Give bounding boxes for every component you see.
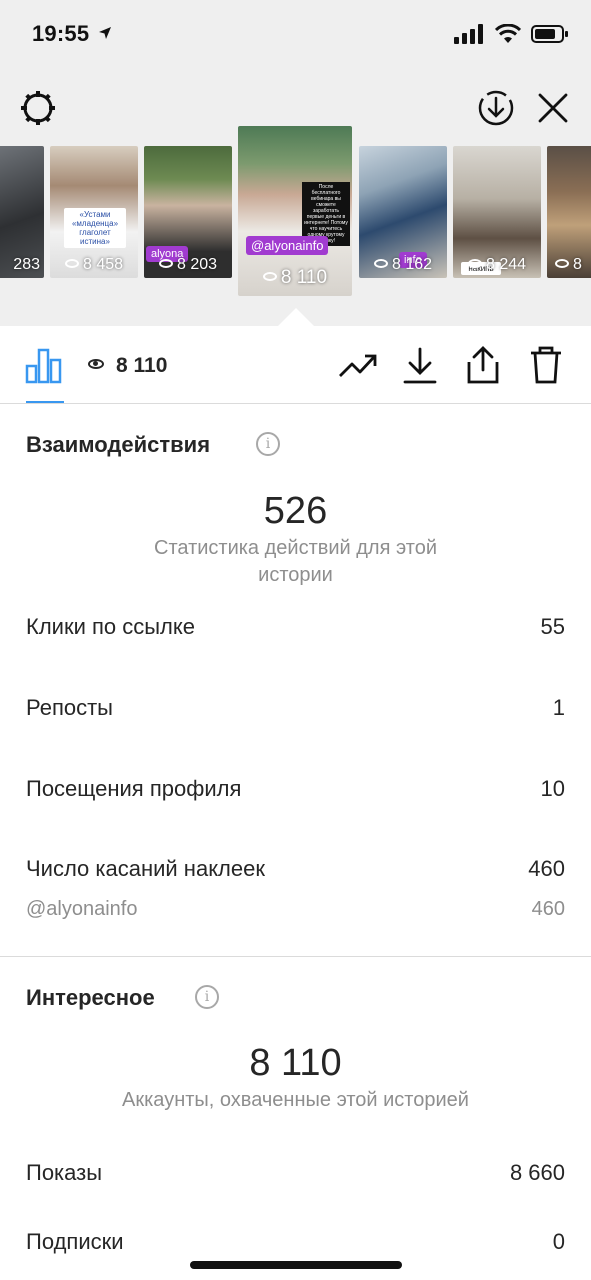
stat-value: 0: [552, 1229, 565, 1254]
story-thumbnail[interactable]: 8: [547, 146, 591, 278]
info-icon[interactable]: i: [256, 432, 280, 456]
story-strip[interactable]: 283 «Устами «младенца» глаголет истина» …: [0, 118, 591, 328]
mention-sticker: @alyonainfo: [246, 236, 329, 255]
share-icon[interactable]: [465, 344, 501, 386]
eye-icon: [262, 272, 277, 282]
battery-icon: [531, 25, 568, 43]
stat-label: Число касаний наклеек: [26, 856, 265, 881]
stat-row: Клики по ссылке 55: [26, 614, 565, 644]
stat-row: Репосты 1: [26, 695, 565, 725]
stat-label: Показы: [26, 1160, 103, 1185]
stat-label: Репосты: [26, 695, 113, 720]
eye-icon: [467, 259, 482, 269]
views-count: 8: [573, 256, 582, 273]
stat-row: Показы 8 660: [26, 1160, 565, 1190]
signal-icon: [454, 24, 484, 44]
home-indicator[interactable]: [190, 1261, 402, 1269]
sticker-label: @alyonainfo: [26, 898, 138, 920]
eye-icon: [373, 259, 388, 269]
top-area: 19:55 283 «Устами «младенца» глаголет ис…: [0, 0, 591, 326]
stat-value: 8 660: [509, 1160, 565, 1185]
story-views: 8 110: [88, 354, 167, 378]
views-count: 8 110: [280, 267, 328, 288]
location-arrow-icon: [98, 27, 111, 40]
eye-icon: [88, 359, 104, 370]
discovery-total: 8 110: [249, 1042, 342, 1084]
story-thumbnail-selected[interactable]: После бесплатного вебинара вы сможете за…: [238, 126, 352, 296]
interactions-title: Взаимодействия: [26, 432, 211, 457]
interactions-total: 526: [263, 490, 328, 532]
eye-icon: [158, 259, 173, 269]
views-count: 8 244: [485, 256, 527, 273]
selection-pointer: [278, 308, 314, 326]
trash-icon[interactable]: [528, 344, 564, 386]
bar-chart-icon[interactable]: [25, 348, 63, 384]
status-indicators: [454, 23, 569, 50]
stat-row: Число касаний наклеек 460: [26, 856, 565, 886]
stat-label: Посещения профиля: [26, 776, 242, 801]
views-count: 8 458: [82, 256, 124, 273]
stat-value: 55: [540, 614, 565, 639]
stat-row: Подписки 0: [26, 1229, 565, 1259]
eye-icon: [555, 259, 569, 269]
stat-value: 10: [540, 776, 565, 801]
story-thumbnail[interactable]: alyona 8 203: [144, 146, 232, 278]
sticker-value: 460: [531, 898, 565, 920]
stat-row: Посещения профиля 10: [26, 776, 565, 806]
discovery-description: Аккаунты, охваченные этой историей: [122, 1089, 469, 1111]
views-count: 283: [13, 256, 40, 273]
tab-indicator: [26, 401, 64, 403]
story-thumbnail[interactable]: «Устами «младенца» глаголет истина» 8 45…: [50, 146, 138, 278]
views-count: 8 203: [176, 256, 218, 273]
wifi-icon: [494, 23, 521, 43]
eye-icon: [64, 259, 79, 269]
stat-label: Клики по ссылке: [26, 614, 195, 639]
story-action-bar: 8 110: [0, 326, 591, 404]
status-time: 19:55: [32, 21, 112, 47]
story-thumbnail[interactable]: накипь 8 244: [453, 146, 541, 278]
info-icon[interactable]: i: [195, 985, 219, 1009]
stat-label: Подписки: [26, 1229, 124, 1254]
stat-value: 460: [528, 856, 565, 881]
story-caption: «Устами «младенца» глаголет истина»: [64, 208, 126, 248]
sticker-detail-row: @alyonainfo 460: [26, 898, 565, 928]
trending-icon[interactable]: [338, 352, 378, 380]
story-thumbnail[interactable]: info 8 162: [359, 146, 447, 278]
status-bar: 19:55: [0, 0, 591, 72]
story-thumbnail[interactable]: 283: [0, 146, 44, 278]
clock-text: 19:55: [32, 21, 90, 46]
download-icon[interactable]: [402, 346, 438, 386]
discovery-title: Интересное: [26, 985, 155, 1010]
views-total: 8 110: [116, 354, 168, 377]
stat-value: 1: [552, 695, 565, 720]
interactions-description: Статистика действий для этой истории: [154, 537, 437, 586]
section-divider: [0, 956, 591, 957]
views-count: 8 162: [391, 256, 433, 273]
